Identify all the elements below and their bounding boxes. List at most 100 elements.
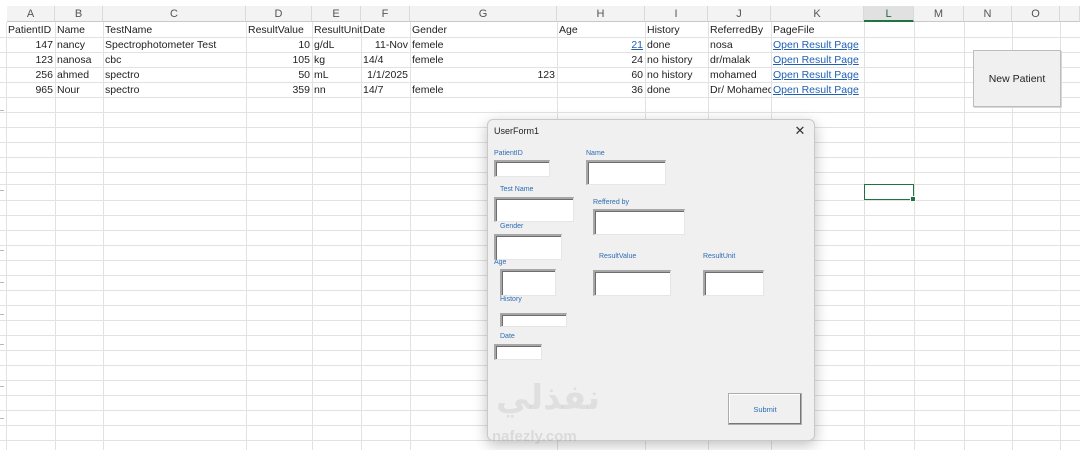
header-cell-patientid[interactable]: PatientID	[6, 23, 55, 37]
header-cell-testname[interactable]: TestName	[103, 23, 246, 37]
column-header-n[interactable]: N	[964, 6, 1012, 22]
gender-field[interactable]	[494, 234, 562, 260]
name-field[interactable]	[586, 160, 666, 185]
cell-date[interactable]: 1/1/2025	[361, 68, 410, 82]
cell-testname[interactable]: spectro	[103, 68, 246, 82]
row-tick	[0, 418, 4, 419]
label-patientid: PatientID	[494, 150, 523, 157]
header-cell-history[interactable]: History	[645, 23, 708, 37]
open-result-page-link[interactable]: Open Result Page	[771, 68, 864, 82]
watermark-latin: nafezly.com	[492, 428, 577, 445]
header-cell-referredby[interactable]: ReferredBy	[708, 23, 771, 37]
cell-referredby[interactable]: Dr/ Mohamed	[708, 83, 771, 97]
column-header-a[interactable]: A	[7, 6, 55, 22]
open-result-page-link[interactable]: Open Result Page	[771, 83, 864, 97]
header-cell-resultvalue[interactable]: ResultValue	[246, 23, 312, 37]
cell-age-link[interactable]: 21	[557, 38, 645, 52]
open-result-page-link[interactable]: Open Result Page	[771, 38, 864, 52]
referred-by-field[interactable]	[593, 209, 685, 235]
column-header-g[interactable]: G	[410, 6, 557, 22]
column-header-o[interactable]: O	[1012, 6, 1060, 22]
resultvalue-field[interactable]	[593, 270, 671, 296]
row-line	[0, 112, 1080, 113]
row-tick	[0, 386, 4, 387]
dialog-title: UserForm1	[494, 126, 540, 136]
label-resultvalue: ResultValue	[599, 253, 637, 260]
age-field[interactable]	[500, 269, 556, 296]
header-cell-pagefile[interactable]: PageFile	[771, 23, 864, 37]
row-tick	[0, 250, 4, 251]
dialog-titlebar[interactable]: UserForm1 ✕	[488, 120, 814, 142]
cell-resultunit[interactable]: nn	[312, 83, 361, 97]
col-line	[864, 22, 865, 450]
submit-button[interactable]: Submit	[728, 393, 802, 425]
cell-history[interactable]: no history	[645, 53, 708, 67]
history-field[interactable]	[500, 313, 567, 327]
cell-gender[interactable]: femele	[410, 83, 557, 97]
label-gender: Gender	[500, 223, 524, 230]
cell-resultunit[interactable]: mL	[312, 68, 361, 82]
date-field[interactable]	[494, 344, 542, 360]
column-header-j[interactable]: J	[708, 6, 771, 22]
column-header-i[interactable]: I	[645, 6, 708, 22]
column-header-b[interactable]: B	[55, 6, 103, 22]
column-header-c[interactable]: C	[103, 6, 246, 22]
col-line	[914, 22, 915, 450]
label-age: Age	[494, 259, 507, 266]
header-cell-name[interactable]: Name	[55, 23, 103, 37]
cell-referredby[interactable]: dr/malak	[708, 53, 771, 67]
cell-date[interactable]: 11-Nov	[361, 38, 410, 52]
cell-referredby[interactable]: nosa	[708, 38, 771, 52]
cell-name[interactable]: ahmed	[55, 68, 103, 82]
column-header-k[interactable]: K	[771, 6, 864, 22]
cell-history[interactable]: no history	[645, 68, 708, 82]
cell-referredby[interactable]: mohamed	[708, 68, 771, 82]
close-icon[interactable]: ✕	[792, 123, 808, 139]
header-cell-date[interactable]: Date	[361, 23, 410, 37]
cell-name[interactable]: nancy	[55, 38, 103, 52]
watermark-arabic: نفذلي	[496, 378, 601, 418]
cell-patientid[interactable]: 123	[6, 53, 55, 67]
cell-history[interactable]: done	[645, 38, 708, 52]
cell-name[interactable]: nanosa	[55, 53, 103, 67]
cell-resultvalue[interactable]: 10	[246, 38, 312, 52]
header-cell-age[interactable]: Age	[557, 23, 645, 37]
cell-age[interactable]: 60	[557, 68, 645, 82]
column-header-l[interactable]: L	[864, 6, 914, 22]
column-header-e[interactable]: E	[312, 6, 361, 22]
cell-testname[interactable]: spectro	[103, 83, 246, 97]
cell-age[interactable]: 36	[557, 83, 645, 97]
cell-patientid[interactable]: 965	[6, 83, 55, 97]
cell-date[interactable]: 14/4	[361, 53, 410, 67]
cell-resultvalue[interactable]: 359	[246, 83, 312, 97]
selected-cell[interactable]	[864, 184, 916, 202]
cell-testname[interactable]: cbc	[103, 53, 246, 67]
cell-name[interactable]: Nour	[55, 83, 103, 97]
open-result-page-link[interactable]: Open Result Page	[771, 53, 864, 67]
cell-gender[interactable]: femele	[410, 38, 557, 52]
label-date: Date	[500, 333, 515, 340]
cell-resultunit[interactable]: g/dL	[312, 38, 361, 52]
cell-resultvalue[interactable]: 105	[246, 53, 312, 67]
cell-testname[interactable]: Spectrophotometer Test	[103, 38, 246, 52]
column-header-f[interactable]: F	[361, 6, 410, 22]
cell-resultunit[interactable]: kg	[312, 53, 361, 67]
cell-age[interactable]: 24	[557, 53, 645, 67]
column-header-blank	[1060, 6, 1080, 22]
patientid-field[interactable]	[494, 160, 550, 177]
resultunit-field[interactable]	[703, 270, 764, 296]
column-header-h[interactable]: H	[557, 6, 645, 22]
cell-gender-value[interactable]: 123	[410, 68, 557, 82]
cell-date[interactable]: 14/7	[361, 83, 410, 97]
cell-gender[interactable]: femele	[410, 53, 557, 67]
header-cell-gender[interactable]: Gender	[410, 23, 557, 37]
label-resultunit: ResultUnit	[703, 253, 736, 260]
cell-resultvalue[interactable]: 50	[246, 68, 312, 82]
new-patient-button[interactable]: New Patient	[973, 50, 1061, 107]
cell-patientid[interactable]: 256	[6, 68, 55, 82]
test-name-field[interactable]	[494, 197, 574, 222]
column-header-d[interactable]: D	[246, 6, 312, 22]
cell-history[interactable]: done	[645, 83, 708, 97]
cell-patientid[interactable]: 147	[6, 38, 55, 52]
column-header-m[interactable]: M	[914, 6, 964, 22]
